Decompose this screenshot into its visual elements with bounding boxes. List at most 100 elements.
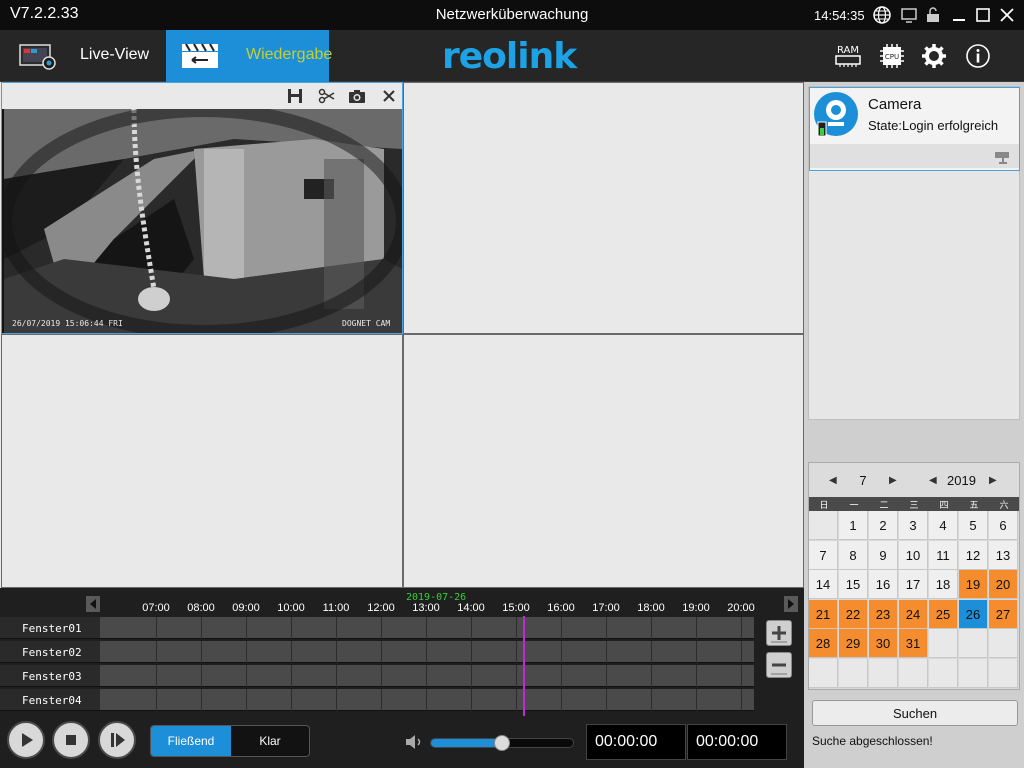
snapshot-camera-icon[interactable]: [348, 87, 366, 105]
calendar-day[interactable]: 6: [989, 511, 1018, 540]
calendar-day[interactable]: 27: [989, 599, 1018, 629]
calendar-day[interactable]: 12: [959, 540, 988, 570]
search-button[interactable]: Suchen: [812, 700, 1018, 726]
cpu-label: CPU: [885, 53, 899, 61]
timeline-divider: [201, 665, 202, 687]
device-item-camera[interactable]: Camera State:Login erfolgreich: [809, 87, 1020, 171]
timeline-row-label: Fenster01: [0, 617, 100, 639]
volume-knob[interactable]: [494, 735, 510, 751]
prev-year-icon[interactable]: ◀: [929, 475, 937, 486]
calendar-weekday: 一: [849, 500, 859, 510]
calendar-day[interactable]: 10: [899, 540, 928, 570]
stop-button[interactable]: [52, 721, 90, 759]
calendar-day[interactable]: 2: [869, 511, 898, 540]
calendar-day[interactable]: 11: [929, 540, 958, 570]
mode-clear-button[interactable]: Klar: [231, 726, 309, 756]
volume-slider[interactable]: [430, 735, 574, 751]
calendar-day[interactable]: 14: [809, 570, 838, 600]
timeline-divider: [426, 665, 427, 687]
calendar-day[interactable]: 16: [869, 570, 898, 600]
calendar-day[interactable]: 8: [839, 540, 868, 570]
timeline-divider: [291, 617, 292, 639]
timeline-divider: [381, 689, 382, 711]
prev-month-icon[interactable]: ◀: [829, 475, 837, 486]
tab-playback-label: Wiedergabe: [246, 46, 333, 63]
calendar-day[interactable]: 31: [899, 629, 928, 659]
timeline-divider: [201, 641, 202, 663]
maximize-icon[interactable]: [974, 6, 992, 24]
calendar-day[interactable]: 3: [899, 511, 928, 540]
device-channel-row[interactable]: [810, 144, 1019, 168]
globe-icon[interactable]: [873, 6, 891, 24]
calendar-day-empty: [929, 629, 958, 659]
tab-playback[interactable]: Wiedergabe: [166, 30, 333, 82]
video-window-4[interactable]: [403, 334, 804, 588]
calendar-day[interactable]: 30: [869, 629, 898, 659]
mode-fluent-button[interactable]: Fließend: [151, 726, 231, 756]
timeline-hour-label: 18:00: [637, 602, 665, 614]
timeline-divider: [156, 617, 157, 639]
timeline-divider: [336, 689, 337, 711]
close-window-icon[interactable]: [380, 87, 398, 105]
calendar-day[interactable]: 1: [839, 511, 868, 540]
calendar-weekday: 三: [909, 500, 919, 510]
timeline-zoom-in-button[interactable]: [766, 620, 792, 646]
cpu-monitor-button[interactable]: CPU: [878, 42, 906, 70]
save-icon[interactable]: [286, 87, 304, 105]
ram-monitor-button[interactable]: RAM: [834, 42, 862, 70]
title-bar: V7.2.2.33 Netzwerküberwachung 14:54:35: [0, 0, 1024, 30]
timeline-playhead[interactable]: [523, 616, 525, 716]
speaker-icon[interactable]: [404, 734, 424, 750]
tab-live-view[interactable]: Live-View: [0, 30, 166, 82]
calendar-day[interactable]: 23: [869, 599, 898, 629]
next-month-icon[interactable]: ▶: [889, 475, 897, 486]
calendar-day[interactable]: 22: [839, 599, 868, 629]
timeline-hour-label: 12:00: [367, 602, 395, 614]
timeline-divider: [291, 689, 292, 711]
lock-icon[interactable]: [924, 6, 942, 24]
calendar-day[interactable]: 26: [959, 599, 988, 629]
calendar-day[interactable]: 25: [929, 599, 958, 629]
stop-icon: [66, 735, 76, 745]
calendar-day[interactable]: 5: [959, 511, 988, 540]
video-window-3[interactable]: [1, 334, 403, 588]
video-window-2[interactable]: [403, 82, 804, 334]
calendar-day[interactable]: 15: [839, 570, 868, 600]
calendar-days: 1 2 3 4 5 6 7 8 9 10 11 12 13 14 15 16 17 18 19 20 21 22 23 24 2…: [809, 511, 1019, 689]
timeline-divider: [336, 617, 337, 639]
ram-icon: RAM: [835, 45, 861, 67]
minimize-icon[interactable]: [950, 6, 968, 24]
monitor-icon[interactable]: [900, 6, 918, 24]
clip-scissors-icon[interactable]: [318, 87, 336, 105]
calendar-day[interactable]: 13: [989, 540, 1018, 570]
next-year-icon[interactable]: ▶: [989, 475, 997, 486]
timeline-divider: [696, 665, 697, 687]
timeline-hour-label: 09:00: [232, 602, 260, 614]
calendar-day[interactable]: 24: [899, 599, 928, 629]
video-window-1[interactable]: 26/07/2019 15:06:44 FRI DOGNET CAM: [1, 82, 403, 334]
play-button[interactable]: [7, 721, 45, 759]
calendar-day[interactable]: 17: [899, 570, 928, 600]
calendar-day[interactable]: 20: [989, 570, 1018, 600]
timeline-track[interactable]: [100, 641, 754, 663]
info-button[interactable]: [964, 42, 992, 70]
timeline-track[interactable]: [100, 617, 754, 639]
calendar-day[interactable]: 7: [809, 540, 838, 570]
settings-button[interactable]: [920, 42, 948, 70]
calendar-day[interactable]: 4: [929, 511, 958, 540]
timeline-track[interactable]: [100, 689, 754, 711]
calendar-day[interactable]: 28: [809, 629, 838, 659]
calendar-day[interactable]: 29: [839, 629, 868, 659]
calendar-day[interactable]: 9: [869, 540, 898, 570]
reolink-logo: reolink: [442, 36, 578, 76]
timeline-zoom-out-button[interactable]: [766, 652, 792, 678]
timeline-track[interactable]: [100, 665, 754, 687]
step-frame-button[interactable]: [98, 721, 136, 759]
close-icon[interactable]: [998, 6, 1016, 24]
calendar-day[interactable]: 21: [809, 599, 838, 629]
tab-live-view-label: Live-View: [80, 46, 150, 63]
timeline-divider: [606, 617, 607, 639]
calendar-day-empty: [929, 659, 958, 688]
calendar-day[interactable]: 19: [959, 570, 988, 600]
calendar-day[interactable]: 18: [929, 570, 958, 600]
